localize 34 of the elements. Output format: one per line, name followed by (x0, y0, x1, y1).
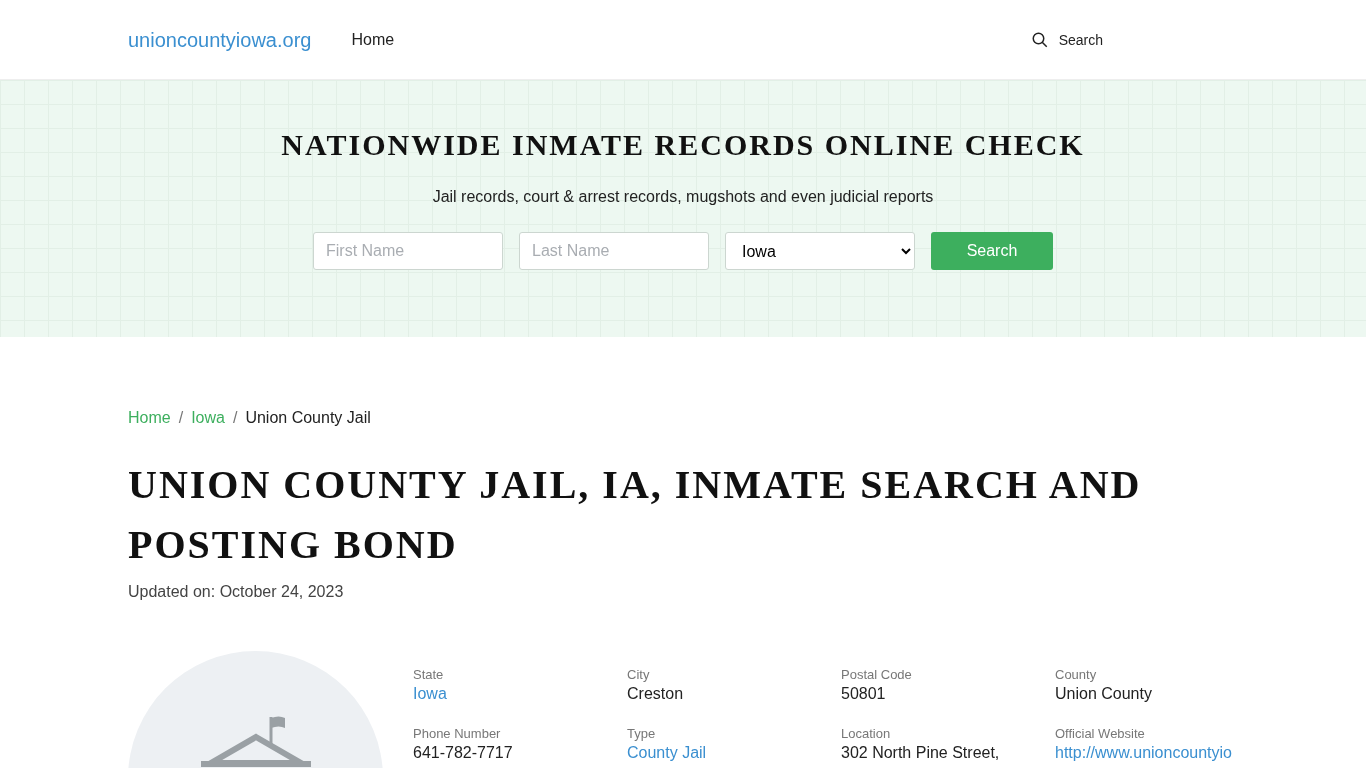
field-label: Phone Number (413, 726, 502, 741)
updated-date: Updated on: October 24, 2023 (128, 583, 345, 601)
field-link[interactable]: County Jail (627, 744, 707, 762)
search-button[interactable]: Search (931, 232, 1053, 270)
field-label: Postal Code (841, 667, 913, 682)
field-label: Official Website (1055, 726, 1146, 741)
hero-subtitle: Jail records, court & arrest records, mugshots and even judicial reports (432, 188, 934, 206)
field-label: Location (841, 726, 892, 741)
field-label: State (413, 667, 445, 682)
search-link[interactable]: Search (1030, 31, 1103, 49)
page-title: UNION COUNTY JAIL, IA, INMATE SEARCH AND POSTING BOND (128, 461, 1143, 569)
field-value: 50801 (841, 685, 886, 703)
search-icon (1030, 31, 1049, 49)
field-label: County (1055, 667, 1098, 682)
hero-title: NATIONWIDE INMATE RECORDS ONLINE CHECK (281, 128, 1085, 162)
last-name-field[interactable]: Last Name (519, 232, 709, 270)
field-link[interactable]: Iowa (413, 685, 447, 703)
breadcrumb-current: Union County Jail (245, 409, 371, 427)
field-link[interactable]: http://www.unioncountyio (1055, 744, 1232, 762)
field-label: City (627, 667, 651, 682)
site-logo[interactable]: unioncountyiowa.org (128, 28, 312, 52)
field-value: 641-782-7717 (413, 744, 513, 762)
field-value: 302 North Pine Street, (841, 744, 1000, 762)
field-value: Union County (1055, 685, 1152, 703)
field-value: Creston (627, 685, 684, 703)
breadcrumb-separator: / (178, 409, 184, 427)
breadcrumb-separator: / (232, 409, 238, 427)
nav-link[interactable]: Home (351, 31, 395, 49)
field-label: Type (627, 726, 657, 741)
breadcrumb-link[interactable]: Home (128, 409, 171, 427)
breadcrumb-link[interactable]: Iowa (191, 409, 225, 427)
state-select[interactable]: Iowa (725, 232, 915, 270)
building-icon (200, 715, 311, 768)
first-name-field[interactable]: First Name (313, 232, 503, 270)
